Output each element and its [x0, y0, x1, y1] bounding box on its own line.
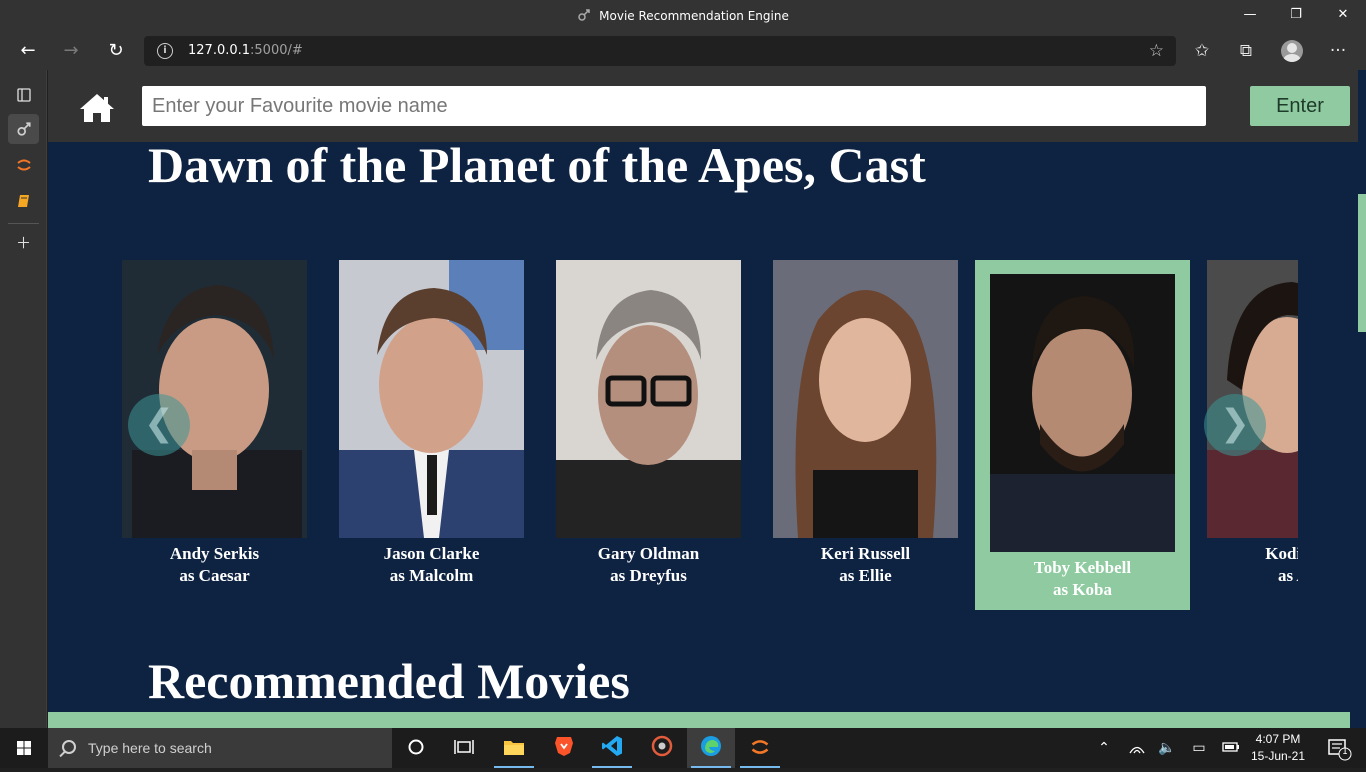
forward-button[interactable]: →	[56, 36, 86, 66]
notification-center-icon[interactable]: 1	[1318, 728, 1358, 768]
recommended-heading: Recommended Movies	[148, 653, 630, 709]
cast-card-selected[interactable]: Toby Kebbell as Koba	[975, 260, 1190, 610]
edge-browser-icon[interactable]	[687, 728, 735, 768]
windows-taskbar: Type here to search ⌃ 🔈 ▭ 4:07 PM 15-Jun-…	[0, 728, 1366, 768]
cast-card[interactable]: Keri Russell as Ellie	[773, 260, 958, 600]
task-view-icon[interactable]	[440, 728, 488, 768]
carousel-next-arrow-icon[interactable]: ❯	[1204, 394, 1266, 456]
browser-toolbar: ← → ↻ i 127.0.0.1:5000/# ☆ ✩ ⧉ ···	[0, 32, 1366, 70]
brave-browser-icon[interactable]	[540, 728, 588, 768]
page-viewport: Enter Dawn of the Planet of the Apes, Ca…	[48, 70, 1358, 728]
app-header: Enter	[48, 70, 1358, 142]
cast-photo	[339, 260, 524, 538]
window-title: Movie Recommendation Engine	[0, 0, 1366, 32]
battery-icon[interactable]	[1218, 728, 1244, 768]
site-info-icon[interactable]: i	[157, 43, 173, 59]
favorites-icon[interactable]: ✩	[1186, 36, 1218, 66]
tab-jupyter-icon[interactable]	[8, 150, 39, 180]
restore-button[interactable]: ❐	[1273, 0, 1319, 32]
cast-photo	[556, 260, 741, 538]
cast-photo	[773, 260, 958, 538]
volume-icon[interactable]: 🔈	[1154, 728, 1180, 768]
back-button[interactable]: ←	[13, 36, 43, 66]
window-title-bar: Movie Recommendation Engine — ❐ ✕	[0, 0, 1366, 32]
home-icon[interactable]	[78, 92, 116, 124]
cast-caption: Andy Serkis as Caesar	[169, 544, 260, 585]
cast-card[interactable]: Jason Clarke as Malcolm	[339, 260, 524, 600]
display-icon[interactable]: ▭	[1186, 728, 1212, 768]
recommended-movies-strip	[48, 712, 1350, 728]
refresh-button[interactable]: ↻	[101, 36, 131, 66]
page-scrollbar[interactable]	[1358, 70, 1366, 728]
vscode-icon[interactable]	[588, 728, 636, 768]
search-icon	[62, 740, 76, 754]
address-url[interactable]: 127.0.0.1:5000/#	[188, 36, 303, 66]
carousel-prev-arrow-icon[interactable]: ❮	[128, 394, 190, 456]
enter-button[interactable]: Enter	[1250, 86, 1350, 126]
tray-chevron-up-icon[interactable]: ⌃	[1092, 728, 1116, 768]
cast-carousel: Andy Serkis as Caesar Jason Clarke as Malc…	[122, 260, 1298, 610]
cast-card[interactable]: Gary Oldman as Dreyfus	[556, 260, 741, 600]
windows-start-icon[interactable]	[0, 728, 48, 768]
cast-caption: Gary Oldman as Dreyfus	[597, 544, 700, 585]
media-player-icon[interactable]	[638, 728, 686, 768]
address-bar[interactable]: i 127.0.0.1:5000/# ☆	[144, 36, 1176, 66]
cast-photo	[990, 274, 1175, 552]
scrollbar-thumb[interactable]	[1358, 194, 1366, 332]
close-window-button[interactable]: ✕	[1320, 0, 1366, 32]
tab-book-icon[interactable]	[8, 186, 39, 216]
cortana-icon[interactable]	[392, 728, 440, 768]
taskbar-search-box[interactable]: Type here to search	[48, 728, 392, 768]
new-tab-button[interactable]: ＋	[8, 228, 39, 258]
tab-movie-recommendation[interactable]	[8, 114, 39, 144]
movie-search-input[interactable]	[142, 86, 1206, 126]
taskbar-clock[interactable]: 4:07 PM 15-Jun-21	[1246, 731, 1310, 765]
cast-caption: Keri Russell as Ellie	[820, 544, 911, 585]
add-favorite-icon[interactable]: ☆	[1149, 41, 1164, 61]
notification-count: 1	[1342, 747, 1348, 757]
settings-more-button[interactable]: ···	[1322, 36, 1354, 66]
tab-actions-icon[interactable]	[8, 80, 39, 110]
cast-caption: Kodi Smias Ale	[1265, 544, 1298, 585]
cast-caption: Toby Kebbell as Koba	[1033, 558, 1132, 599]
cast-caption: Jason Clarke as Malcolm	[383, 544, 480, 585]
file-explorer-icon[interactable]	[490, 728, 538, 768]
window-title-text: Movie Recommendation Engine	[599, 9, 789, 23]
minimize-button[interactable]: —	[1227, 0, 1273, 32]
profile-avatar[interactable]	[1281, 40, 1303, 62]
jupyter-icon[interactable]	[736, 728, 784, 768]
app-favicon-icon	[578, 9, 590, 21]
collections-icon[interactable]: ⧉	[1230, 36, 1262, 66]
network-icon[interactable]	[1124, 728, 1150, 768]
cast-heading: Dawn of the Planet of the Apes, Cast	[148, 137, 926, 193]
vertical-tabs-sidebar: ＋	[0, 70, 47, 728]
